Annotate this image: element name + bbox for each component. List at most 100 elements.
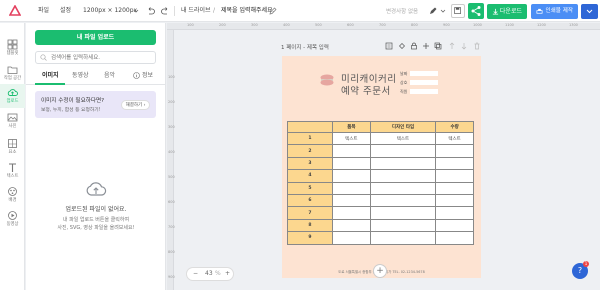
trash-icon[interactable] xyxy=(473,42,481,50)
chevron-down-icon[interactable] xyxy=(131,6,141,16)
table-cell[interactable] xyxy=(435,156,474,171)
download-button[interactable]: 다운로드 xyxy=(487,4,527,19)
table-cell[interactable] xyxy=(369,181,437,195)
canvas-size-select[interactable]: 1200px × 1200px xyxy=(83,7,137,15)
table-cell[interactable] xyxy=(435,231,474,245)
ruler-tick: 600 xyxy=(168,200,175,204)
field-box-company[interactable] xyxy=(410,80,438,85)
table-cell[interactable] xyxy=(332,218,371,233)
sidebar-item-video[interactable]: 동영상 xyxy=(0,207,25,231)
tab-info[interactable]: 정보 xyxy=(142,72,153,80)
redo-icon[interactable] xyxy=(160,6,170,16)
table-cell[interactable] xyxy=(332,206,371,220)
ruler-tick: 800 xyxy=(411,23,418,27)
download-label: 다운로드 xyxy=(499,8,522,15)
app-logo-icon[interactable] xyxy=(9,5,21,17)
move-down-icon[interactable] xyxy=(460,42,468,50)
table-cell[interactable] xyxy=(369,144,437,158)
add-page-button[interactable]: + xyxy=(373,264,387,278)
canvas-area[interactable]: 100 200 300 400 500 600 700 800 900 1000… xyxy=(167,23,600,290)
page-title[interactable]: 1 페이지 - 제목 입력 xyxy=(281,43,329,51)
table-cell[interactable] xyxy=(332,231,371,245)
edit-pencil-icon[interactable] xyxy=(268,6,278,16)
table-cell[interactable] xyxy=(435,181,474,195)
table-cell[interactable]: 텍스트 xyxy=(435,131,474,146)
sidebar-item-text[interactable]: 텍스트 xyxy=(0,159,25,183)
active-tab-indicator xyxy=(35,83,65,85)
sidebar-item-label: 템플릿 xyxy=(6,51,19,56)
share-icon xyxy=(471,6,481,16)
table-cell[interactable] xyxy=(332,144,371,158)
top-bar: 파일 설정 1200px × 1200px 내 드라이브 / 제목을 입력해주세… xyxy=(0,0,600,22)
add-page-icon[interactable] xyxy=(422,42,430,50)
lock-icon[interactable] xyxy=(410,42,418,50)
save-button[interactable] xyxy=(451,4,465,18)
table-cell[interactable] xyxy=(369,169,437,183)
sidebar-item-template[interactable]: 템플릿 xyxy=(0,36,25,60)
chevron-down-icon[interactable] xyxy=(438,6,448,16)
print-order-button[interactable]: 인쇄물 제작 xyxy=(531,4,578,19)
pen-tool-icon[interactable] xyxy=(428,6,438,16)
undo-icon[interactable] xyxy=(146,6,156,16)
duplicate-icon[interactable] xyxy=(434,42,442,50)
banner-request-button[interactable]: 해결하기 › xyxy=(121,100,150,110)
table-cell[interactable] xyxy=(369,206,437,220)
table-cell[interactable] xyxy=(332,156,371,171)
fill-bucket-icon[interactable] xyxy=(398,42,406,50)
table-cell[interactable] xyxy=(332,193,371,208)
tab-music[interactable]: 음악 xyxy=(104,72,115,80)
notification-badge: 1 xyxy=(583,261,589,267)
ruler-tick: 700 xyxy=(379,23,386,27)
tab-image[interactable]: 이미지 xyxy=(42,72,59,80)
zoom-in-button[interactable]: + xyxy=(225,270,230,278)
tab-video[interactable]: 동영상 xyxy=(72,72,89,80)
sidebar-item-background[interactable]: 배경 xyxy=(0,183,25,207)
ruler-tick: 1000 xyxy=(473,23,482,27)
table-cell[interactable]: 텍스트 xyxy=(332,131,371,146)
table-row: 9 xyxy=(287,231,474,245)
table-cell[interactable] xyxy=(435,144,474,158)
more-button[interactable] xyxy=(581,4,598,19)
field-box-staff[interactable] xyxy=(410,89,438,94)
file-menu[interactable]: 파일 xyxy=(38,7,49,15)
document-subtitle[interactable]: 예약 주문서 xyxy=(341,83,391,97)
upload-file-button[interactable]: 내 파일 업로드 xyxy=(35,30,156,45)
retouch-banner[interactable]: 이미지 수정이 필요하다면? 보정, 누끼, 합성 등 요청하기! 해결하기 › xyxy=(35,91,156,118)
document-title[interactable]: 제목을 입력해주세요. xyxy=(221,7,275,15)
field-label-staff: 직원 xyxy=(400,89,408,94)
table-cell[interactable] xyxy=(369,218,437,233)
sidebar-item-upload[interactable]: 업로드 xyxy=(0,84,25,108)
settings-menu[interactable]: 설정 xyxy=(60,7,71,15)
breadcrumb-drive[interactable]: 내 드라이브 xyxy=(181,7,211,15)
table-header-cell: 품목 xyxy=(332,121,371,133)
table-row: 6 xyxy=(287,193,474,208)
search-input[interactable] xyxy=(35,51,156,64)
table-header-row: 품목 디자인 타입 수량 xyxy=(287,121,474,133)
table-cell[interactable] xyxy=(435,206,474,220)
table-cell[interactable] xyxy=(369,231,437,245)
memo-icon[interactable] xyxy=(385,42,393,50)
divider xyxy=(174,6,175,16)
row-number: 6 xyxy=(287,193,333,208)
document-page[interactable]: 미리캐이커리 예약 주문서 날짜 상호 직원 품목 디자인 타입 수량 1 텍스트… xyxy=(282,56,481,278)
share-button[interactable] xyxy=(468,3,484,19)
ruler-left: 100 200 300 400 500 600 700 800 900 xyxy=(167,30,175,290)
zoom-out-button[interactable]: − xyxy=(193,270,198,278)
field-box-date[interactable] xyxy=(410,71,438,76)
move-up-icon[interactable] xyxy=(448,42,456,50)
ruler-tick: 200 xyxy=(219,23,226,27)
table-cell[interactable] xyxy=(435,218,474,233)
search-icon xyxy=(40,54,47,61)
table-cell[interactable]: 텍스트 xyxy=(369,131,437,146)
sidebar-item-photo[interactable]: 사진 xyxy=(0,109,25,133)
table-cell[interactable] xyxy=(332,181,371,195)
sidebar-item-workspace[interactable]: 작업 공간 xyxy=(0,61,25,85)
sidebar-item-element[interactable]: 요소 xyxy=(0,135,25,159)
table-cell[interactable] xyxy=(369,193,437,208)
table-cell[interactable] xyxy=(435,193,474,208)
zoom-value[interactable]: 43 xyxy=(205,270,213,278)
table-cell[interactable] xyxy=(332,169,371,183)
table-cell[interactable] xyxy=(369,156,437,171)
table-cell[interactable] xyxy=(435,169,474,183)
order-table[interactable]: 품목 디자인 타입 수량 1 텍스트 텍스트 텍스트 2 3 4 5 6 7 8 9 xyxy=(287,121,474,245)
